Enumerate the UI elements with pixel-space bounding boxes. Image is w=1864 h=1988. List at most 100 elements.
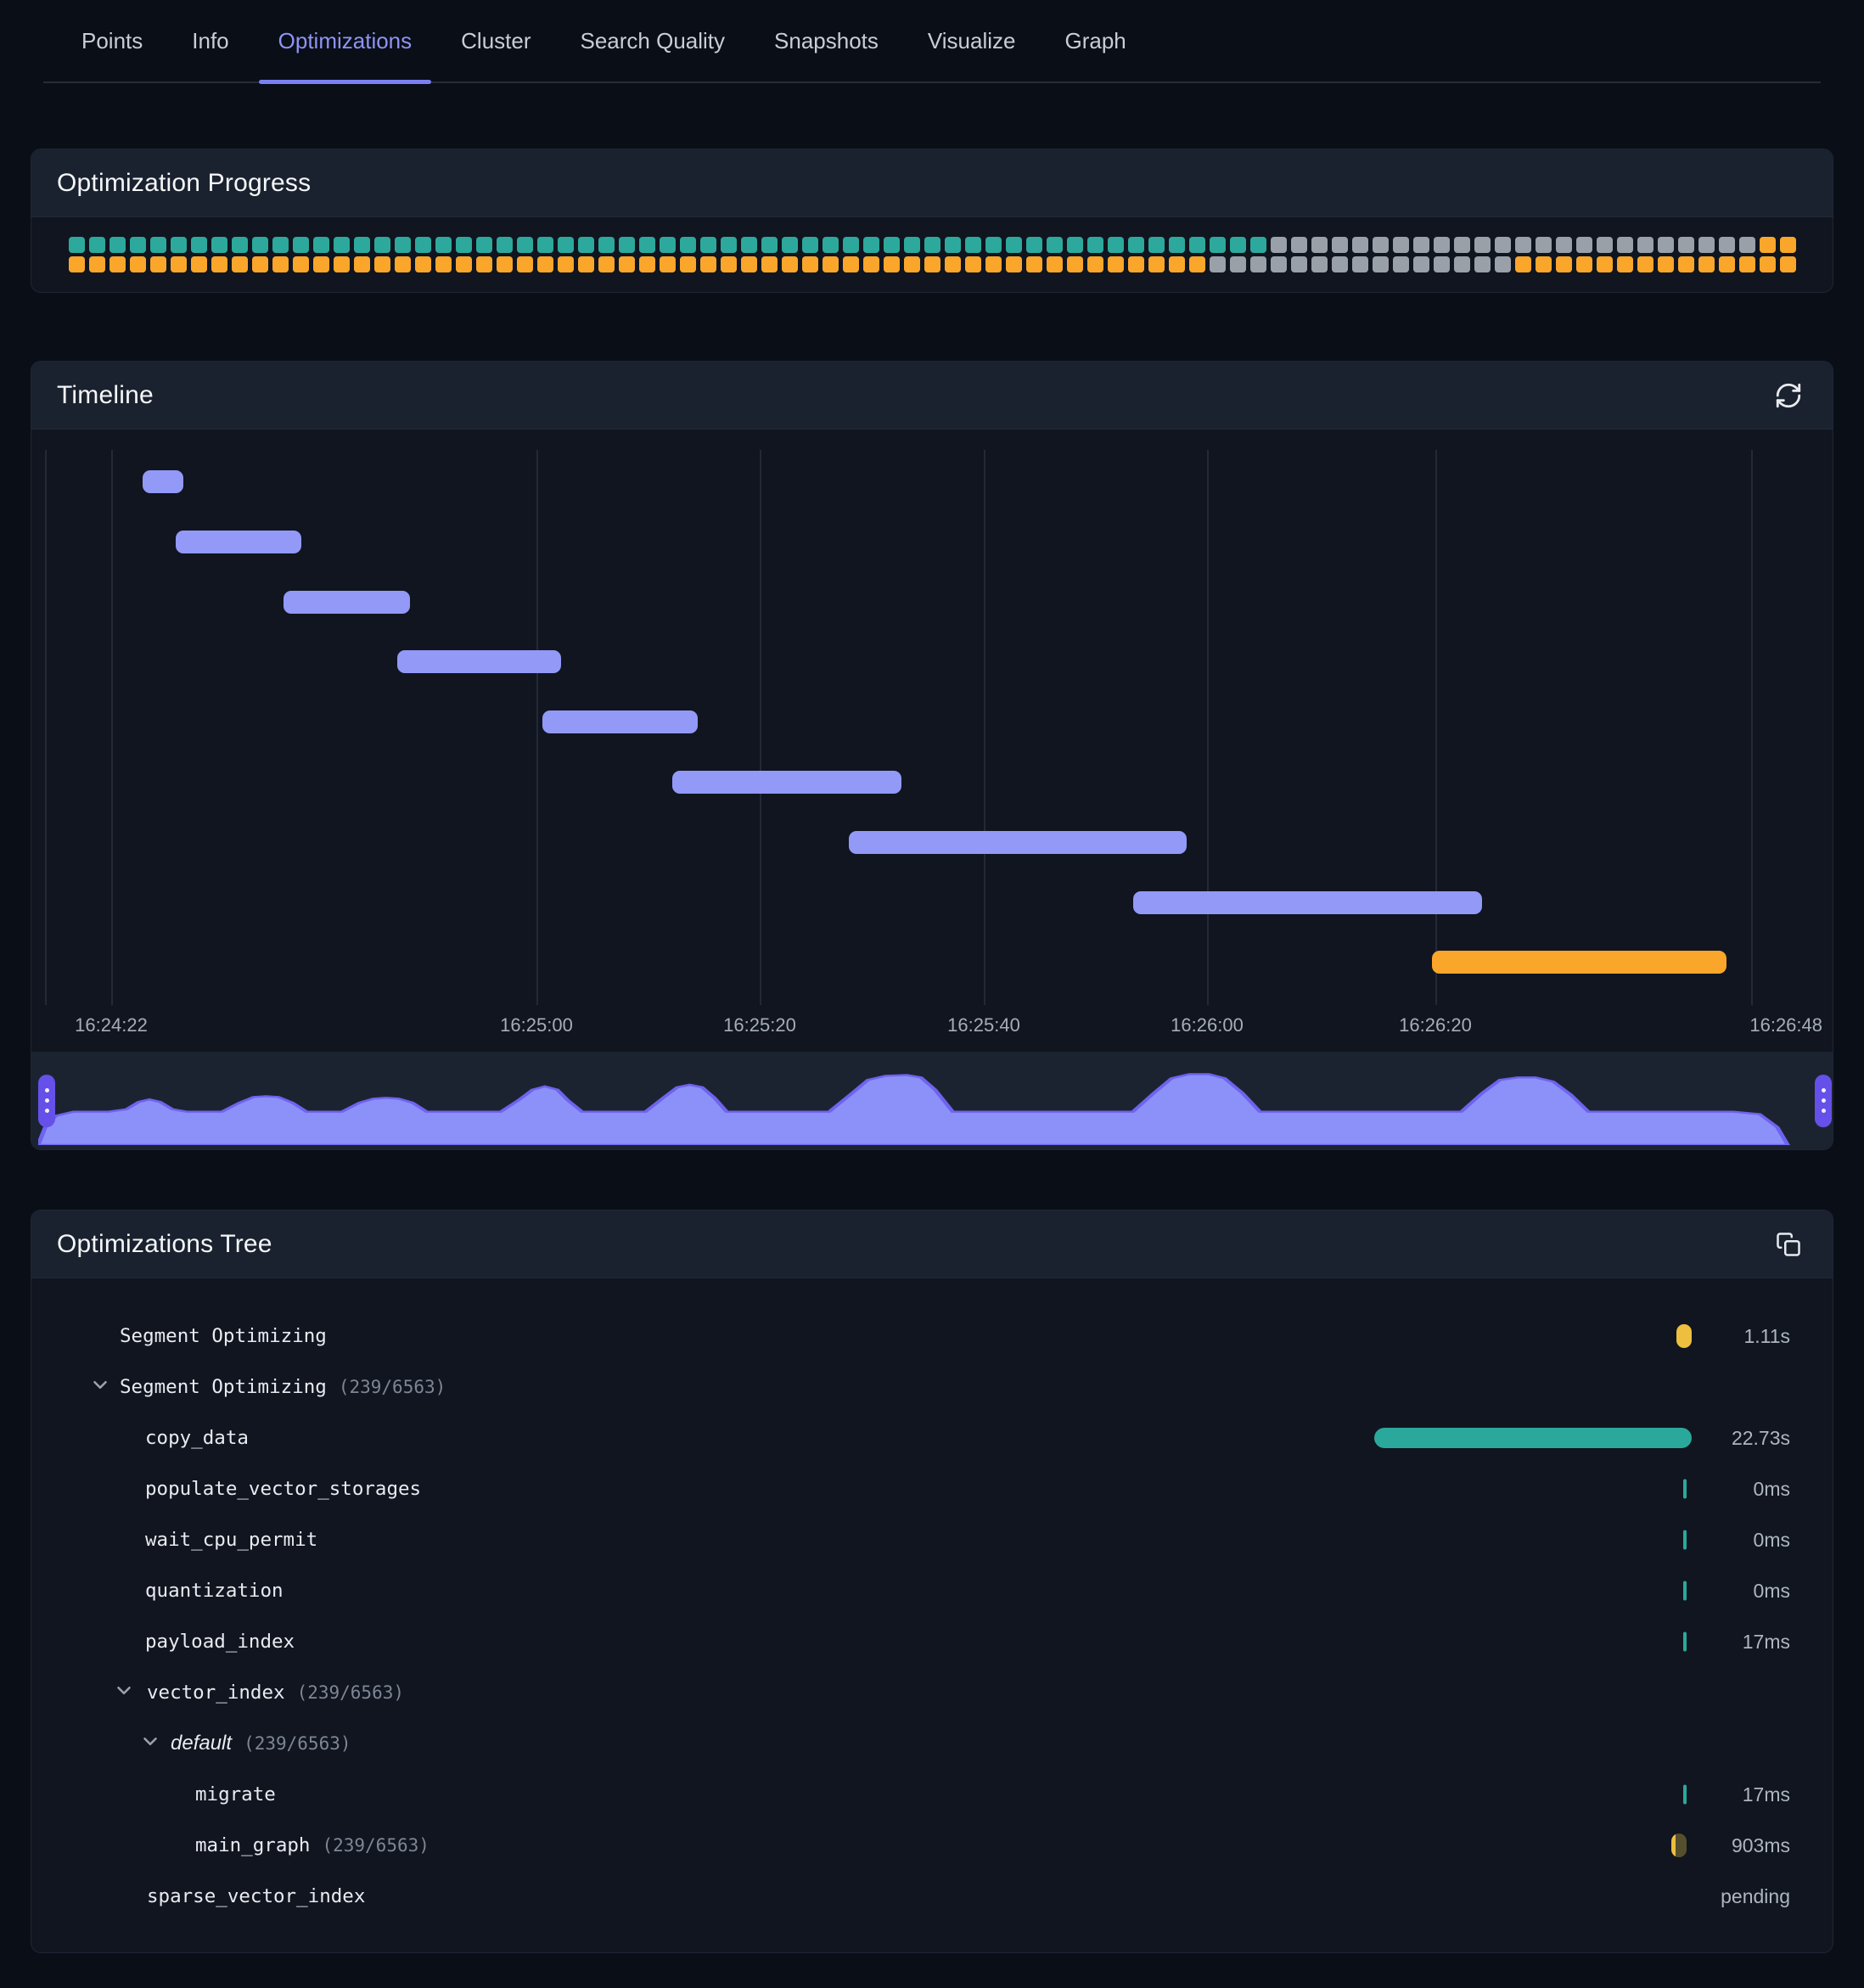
progress-cell-teal [150,237,166,253]
progress-cell-gray [1271,237,1287,253]
tab-search-quality[interactable]: Search Quality [556,0,750,81]
progress-cell-teal [1210,237,1226,253]
progress-cell-yellow [761,256,778,272]
progress-cell-gray [1413,256,1429,272]
chevron-down-icon[interactable] [89,1374,111,1401]
progress-cell-yellow [415,256,431,272]
timeline-card: Timeline 16:24:2216:25:0016:25:2016:25:4… [31,361,1833,1150]
progress-card-title: Optimization Progress [57,169,311,198]
tree-row-label: populate_vector_storages [145,1478,421,1500]
gantt-gridline [111,450,113,1005]
progress-cell-teal [1230,237,1246,253]
tab-label: Search Quality [581,28,726,54]
tree-row-label: vector_index [147,1682,285,1704]
chevron-down-icon[interactable] [113,1680,135,1706]
gantt-gridline [45,450,47,1005]
axis-tick-label: 16:26:00 [1171,1014,1244,1036]
progress-cell-gray [1556,237,1572,253]
progress-cell-teal [1250,237,1266,253]
progress-cell-yellow [823,256,839,272]
axis-tick-label: 16:26:20 [1399,1014,1472,1036]
progress-cell-yellow [904,256,920,272]
progress-cell-yellow [313,256,329,272]
chevron-down-icon[interactable] [139,1731,161,1757]
tab-label: Info [192,28,228,54]
progress-cell-gray [1495,256,1511,272]
progress-cell-gray [1454,256,1470,272]
progress-cell-teal [598,237,615,253]
tree-row-label: sparse_vector_index [147,1885,365,1907]
progress-cell-gray [1311,256,1328,272]
gantt-bar-1 [143,470,183,493]
tab-cluster[interactable]: Cluster [436,0,555,81]
progress-cell-yellow [497,256,513,272]
progress-cell-yellow [1047,256,1063,272]
progress-cell-yellow [1108,256,1124,272]
tree-row-value: 0ms [1586,1478,1790,1501]
tree-row-count: (239/6563) [244,1733,351,1754]
gantt-gridline [536,450,538,1005]
axis-tick-label: 16:25:40 [947,1014,1020,1036]
progress-cell-yellow [1678,256,1694,272]
tree-row-vector-index[interactable]: vector_index (239/6563) [31,1667,1833,1718]
progress-cell-yellow [150,256,166,272]
progress-grid [31,217,1833,272]
axis-tick-label: 16:25:00 [500,1014,573,1036]
tree-row-count: (239/6563) [297,1682,404,1703]
tree-row-label: payload_index [145,1631,295,1653]
progress-cell-teal [660,237,676,253]
gantt-bar-6 [672,771,901,794]
progress-cell-yellow [945,256,961,272]
progress-cell-teal [1006,237,1022,253]
copy-button[interactable] [1770,1226,1807,1263]
tree-row-label: default [171,1732,232,1755]
progress-cell-gray [1617,237,1633,253]
progress-cell-gray [1373,237,1389,253]
progress-cell-yellow [211,256,227,272]
refresh-button[interactable] [1770,377,1807,414]
tab-label: Cluster [461,28,531,54]
tab-info[interactable]: Info [167,0,253,81]
tab-optimizations[interactable]: Optimizations [254,0,437,81]
progress-cell-yellow [782,256,798,272]
progress-cell-yellow [1087,256,1103,272]
brush-handle-right[interactable] [1815,1075,1832,1127]
progress-cell-yellow [517,256,533,272]
gantt-bar-4 [397,650,561,673]
progress-cell-teal [700,237,716,253]
tree-row-label: wait_cpu_permit [145,1529,317,1551]
progress-cell-gray [1576,237,1592,253]
tab-graph[interactable]: Graph [1041,0,1151,81]
progress-cell-teal [1108,237,1124,253]
tree-row-wait-cpu-permit: wait_cpu_permit 0ms [31,1514,1833,1565]
tree-row-default[interactable]: default (239/6563) [31,1718,1833,1769]
tree-row-count: (239/6563) [322,1835,429,1856]
progress-cell-yellow [1597,256,1613,272]
progress-cell-teal [904,237,920,253]
progress-cell-teal [1148,237,1165,253]
progress-cell-teal [843,237,859,253]
progress-cell-teal [1128,237,1144,253]
progress-cell-teal [293,237,309,253]
tree-row-value: 1.11s [1586,1325,1790,1348]
tab-points[interactable]: Points [57,0,167,81]
timeline-minimap[interactable] [31,1052,1833,1149]
tab-snapshots[interactable]: Snapshots [750,0,903,81]
tree-row-value: 22.73s [1586,1427,1790,1450]
progress-cell-yellow [660,256,676,272]
progress-cell-gray [1474,237,1491,253]
progress-cell-teal [395,237,411,253]
tree-row-segment-optimizing[interactable]: Segment Optimizing(239/6563) [31,1362,1833,1412]
progress-cell-yellow [293,256,309,272]
progress-cell-yellow [843,256,859,272]
tab-visualize[interactable]: Visualize [903,0,1041,81]
brush-handle-left[interactable] [38,1075,55,1127]
progress-cell-yellow [1698,256,1715,272]
progress-cell-yellow [456,256,472,272]
progress-cell-teal [171,237,187,253]
progress-cell-teal [211,237,227,253]
tab-label: Visualize [928,28,1016,54]
tree-row-segment-optimizing-active: Segment Optimizing1.11s [31,1311,1833,1362]
tree-row-value: 0ms [1586,1529,1790,1552]
progress-cell-teal [945,237,961,253]
